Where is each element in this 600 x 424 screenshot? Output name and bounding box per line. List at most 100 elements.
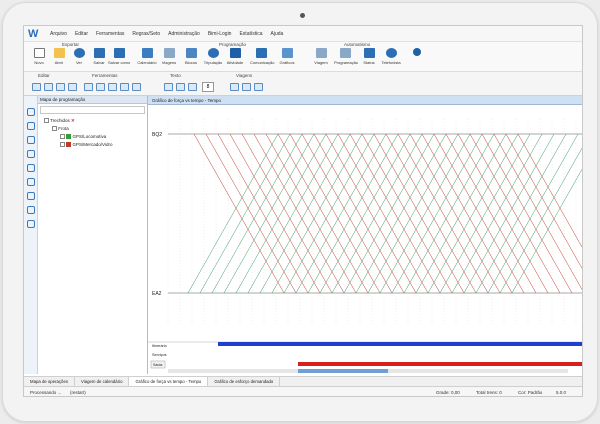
bar-chart-icon [281,48,293,58]
expand-icon[interactable] [52,126,57,132]
calendar-button[interactable]: Calendário [136,48,158,70]
side-icon-strip [24,96,38,374]
floppy-icon [93,48,105,58]
menu-estatistica[interactable]: Estatística [239,31,262,37]
trip-auto-button[interactable]: Viagem [310,48,332,70]
menu-ajuda[interactable]: Ajuda [271,31,284,37]
tree-node-trechidos[interactable]: Trechidos ✕ [44,118,75,124]
distribute-icon[interactable] [120,83,129,91]
tree-node-gps-locomotiva[interactable]: GPS/Locomotiva [60,134,106,140]
menu-ferramentas[interactable]: Ferramentas [96,31,124,37]
text-bold-icon[interactable] [164,83,173,91]
programming-button[interactable]: Programação [334,48,358,70]
paste-icon[interactable] [56,83,65,91]
tool-icon-2[interactable] [27,122,35,130]
crew-button[interactable]: Tripulação [202,48,224,70]
activity-check-icon [229,48,241,58]
row-label-servicos: Serviços [152,353,167,357]
operator-icon [385,48,397,58]
tree-node-gps-mercado[interactable]: GPS/Mercado/Vidro [60,142,112,148]
tree-node-frota[interactable]: Frota [52,126,69,132]
open-button[interactable]: Abrir [48,48,70,70]
status-processing: Processando ... [30,390,62,395]
ribbon: Exportar Programação Automatismo Novo Ab… [24,42,582,72]
edit-toolbar: Editar Ferramentas Texto Viagens 8 [24,72,582,96]
menu-regras[interactable]: Regras/Seto [132,31,160,37]
menu-editar[interactable]: Editar [75,31,88,37]
align-center-icon[interactable] [96,83,105,91]
checkbox-icon[interactable] [66,142,72,148]
expand-icon[interactable] [44,118,49,124]
scrollbar-thumb[interactable] [298,369,388,373]
trip-split-icon[interactable] [230,83,239,91]
tool-icon-5[interactable] [27,164,35,172]
text-underline-icon[interactable] [188,83,197,91]
trips-button[interactable]: Viagens [158,48,180,70]
tool-icon-7[interactable] [27,192,35,200]
trip-merge-icon[interactable] [242,83,251,91]
station-label-top: BQ2 [152,132,162,138]
checkbox-icon[interactable] [66,134,72,140]
tool-icon-3[interactable] [27,136,35,144]
tab-grafico-forca[interactable]: Gráfico de força vs tempo - Tempo [129,377,209,386]
new-file-icon [33,48,45,58]
panel-title: Mapa de programação [38,96,147,104]
menu-administracao[interactable]: Administração [168,31,200,37]
activity-button[interactable]: Atividade [224,48,246,70]
save-button[interactable]: Salvar [88,48,110,70]
eye-icon [73,48,85,58]
text-italic-icon[interactable] [176,83,185,91]
info-icon [413,48,421,56]
expand-icon[interactable] [60,134,65,140]
save-as-button[interactable]: Salvar como [108,48,130,70]
crew-icon [207,48,219,58]
trips-icon [163,48,175,58]
blocks-button[interactable]: Blocos [180,48,202,70]
copy-icon[interactable] [44,83,53,91]
delete-icon[interactable]: ✕ [71,118,75,123]
new-button[interactable]: Novo [28,48,50,70]
chart-tab-title[interactable]: Gráfico de força vs tempo - Tempo [148,96,582,105]
tool-icon-9[interactable] [27,220,35,228]
tab-viagem-calendario[interactable]: Viagem de calendário [75,377,130,386]
charts-button[interactable]: Gráficos [276,48,298,70]
info-button[interactable] [406,48,428,70]
status-grade: Grade: 0,00 [436,390,460,395]
status-color: Cor: Padrão [518,390,543,395]
station-label-bottom: EA2 [152,291,162,297]
tab-grafico-esforco[interactable]: Gráfico de esforço demandado [208,377,281,386]
operator-button[interactable]: Telefonista [380,48,402,70]
align-right-icon[interactable] [108,83,117,91]
tool-icon-6[interactable] [27,178,35,186]
ribbon-group-programacao: Programação [219,42,247,47]
menu-bimi-login[interactable]: Bimi-Login [208,31,232,37]
undo-icon[interactable] [68,83,77,91]
tool-icon-4[interactable] [27,150,35,158]
programming-icon [339,48,351,58]
zoom-icon[interactable] [132,83,141,91]
folder-icon [53,48,65,58]
tab-mapa-operacoes[interactable]: Mapa de operações [24,377,75,386]
blue-occupation-bar [218,342,582,346]
trip-auto-icon [315,48,327,58]
panel-search-input[interactable] [40,106,145,114]
view-button[interactable]: Ver [68,48,90,70]
expand-icon[interactable] [60,142,65,148]
status-restart: (restart) [70,390,86,395]
menu-arquivo[interactable]: Arquivo [50,31,67,37]
tool-icon-1[interactable] [27,108,35,116]
status-button[interactable]: Status [358,48,380,70]
tool-icon-8[interactable] [27,206,35,214]
trip-move-icon[interactable] [254,83,263,91]
status-trains: Total trens: 0 [476,390,502,395]
communication-button[interactable]: Comunicação [250,48,274,70]
train-graph-svg[interactable]: BQ2 EA2 Itinerário Serviços Saída [148,105,583,374]
programming-map-panel: Mapa de programação Trechidos ✕ Frota GP… [38,96,148,374]
app-window: W Arquivo Editar Ferramentas Regras/Seto… [23,25,583,397]
font-size-input[interactable]: 8 [202,82,214,92]
train-graph-area: Gráfico de força vs tempo - Tempo BQ2 EA… [148,96,583,374]
cut-icon[interactable] [32,83,41,91]
grid-icon [255,48,267,58]
ribbon-group-exportar: Exportar [62,42,80,47]
align-left-icon[interactable] [84,83,93,91]
